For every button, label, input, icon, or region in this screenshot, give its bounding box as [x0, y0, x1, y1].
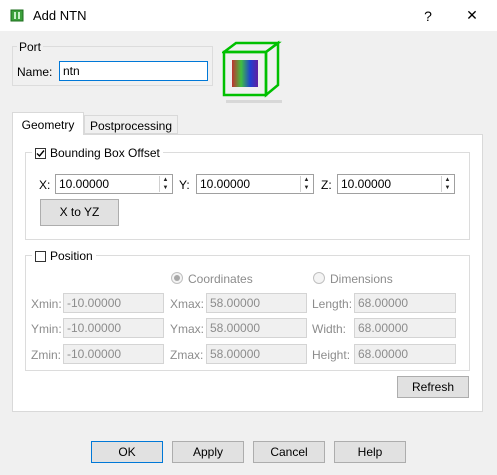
position-checkbox[interactable] [35, 250, 46, 262]
coordinates-label: Coordinates [188, 272, 253, 286]
y-offset-spinner[interactable]: ▲ ▼ [300, 176, 312, 192]
x-offset-spinbox[interactable]: 10.00000 ▲ ▼ [55, 174, 173, 194]
z-offset-spinner[interactable]: ▲ ▼ [441, 176, 453, 192]
zmax-label: Zmax: [170, 348, 204, 362]
dimensions-label: Dimensions [330, 272, 393, 286]
name-label: Name: [17, 65, 53, 79]
name-input[interactable]: ntn [59, 61, 208, 81]
app-icon [10, 8, 24, 22]
bounding-box-group [25, 152, 470, 240]
x-offset-spinner[interactable]: ▲ ▼ [159, 176, 171, 192]
position-header: Position [32, 248, 96, 264]
refresh-button[interactable]: Refresh [397, 376, 469, 398]
zmax-input[interactable]: 58.00000 [206, 344, 307, 364]
xmax-input[interactable]: 58.00000 [206, 293, 307, 313]
y-offset-spinbox[interactable]: 10.00000 ▲ ▼ [196, 174, 314, 194]
ymax-input[interactable]: 58.00000 [206, 318, 307, 338]
height-input[interactable]: 68.00000 [354, 344, 456, 364]
position-label: Position [50, 249, 93, 263]
dimensions-radio[interactable] [313, 272, 325, 284]
zmin-label: Zmin: [31, 348, 61, 362]
bounding-box-label: Bounding Box Offset [50, 146, 160, 160]
ymax-label: Ymax: [170, 322, 205, 336]
length-label: Length: [312, 297, 353, 311]
x-offset-value: 10.00000 [59, 177, 110, 191]
length-input[interactable]: 68.00000 [354, 293, 456, 313]
y-offset-label: Y: [179, 178, 190, 192]
tab-geometry[interactable]: Geometry [12, 112, 84, 135]
bounding-box-checkbox[interactable] [35, 147, 46, 159]
window-title: Add NTN [33, 8, 87, 23]
apply-button[interactable]: Apply [172, 441, 244, 463]
x-offset-label: X: [39, 178, 51, 192]
port-group-label: Port [17, 40, 44, 54]
xmin-input[interactable]: -10.00000 [63, 293, 164, 313]
close-window-button[interactable]: ✕ [452, 0, 492, 31]
ok-button[interactable]: OK [91, 441, 163, 463]
z-offset-label: Z: [321, 178, 332, 192]
xmax-label: Xmax: [170, 297, 205, 311]
ymin-label: Ymin: [31, 322, 62, 336]
help-title-button[interactable]: ? [408, 0, 448, 31]
z-offset-value: 10.00000 [341, 177, 392, 191]
y-offset-value: 10.00000 [200, 177, 251, 191]
width-label: Width: [312, 322, 347, 336]
tab-postprocessing[interactable]: Postprocessing [84, 115, 178, 134]
coordinates-radio[interactable] [171, 272, 183, 284]
zmin-input[interactable]: -10.00000 [63, 344, 164, 364]
z-offset-spinbox[interactable]: 10.00000 ▲ ▼ [337, 174, 455, 194]
cancel-button[interactable]: Cancel [253, 441, 325, 463]
bounding-box-header: Bounding Box Offset [32, 145, 163, 161]
help-button[interactable]: Help [334, 441, 406, 463]
width-input[interactable]: 68.00000 [354, 318, 456, 338]
port-cube-icon [220, 40, 284, 104]
height-label: Height: [312, 348, 351, 362]
xmin-label: Xmin: [31, 297, 62, 311]
x-to-yz-button[interactable]: X to YZ [40, 199, 119, 226]
ymin-input[interactable]: -10.00000 [63, 318, 164, 338]
